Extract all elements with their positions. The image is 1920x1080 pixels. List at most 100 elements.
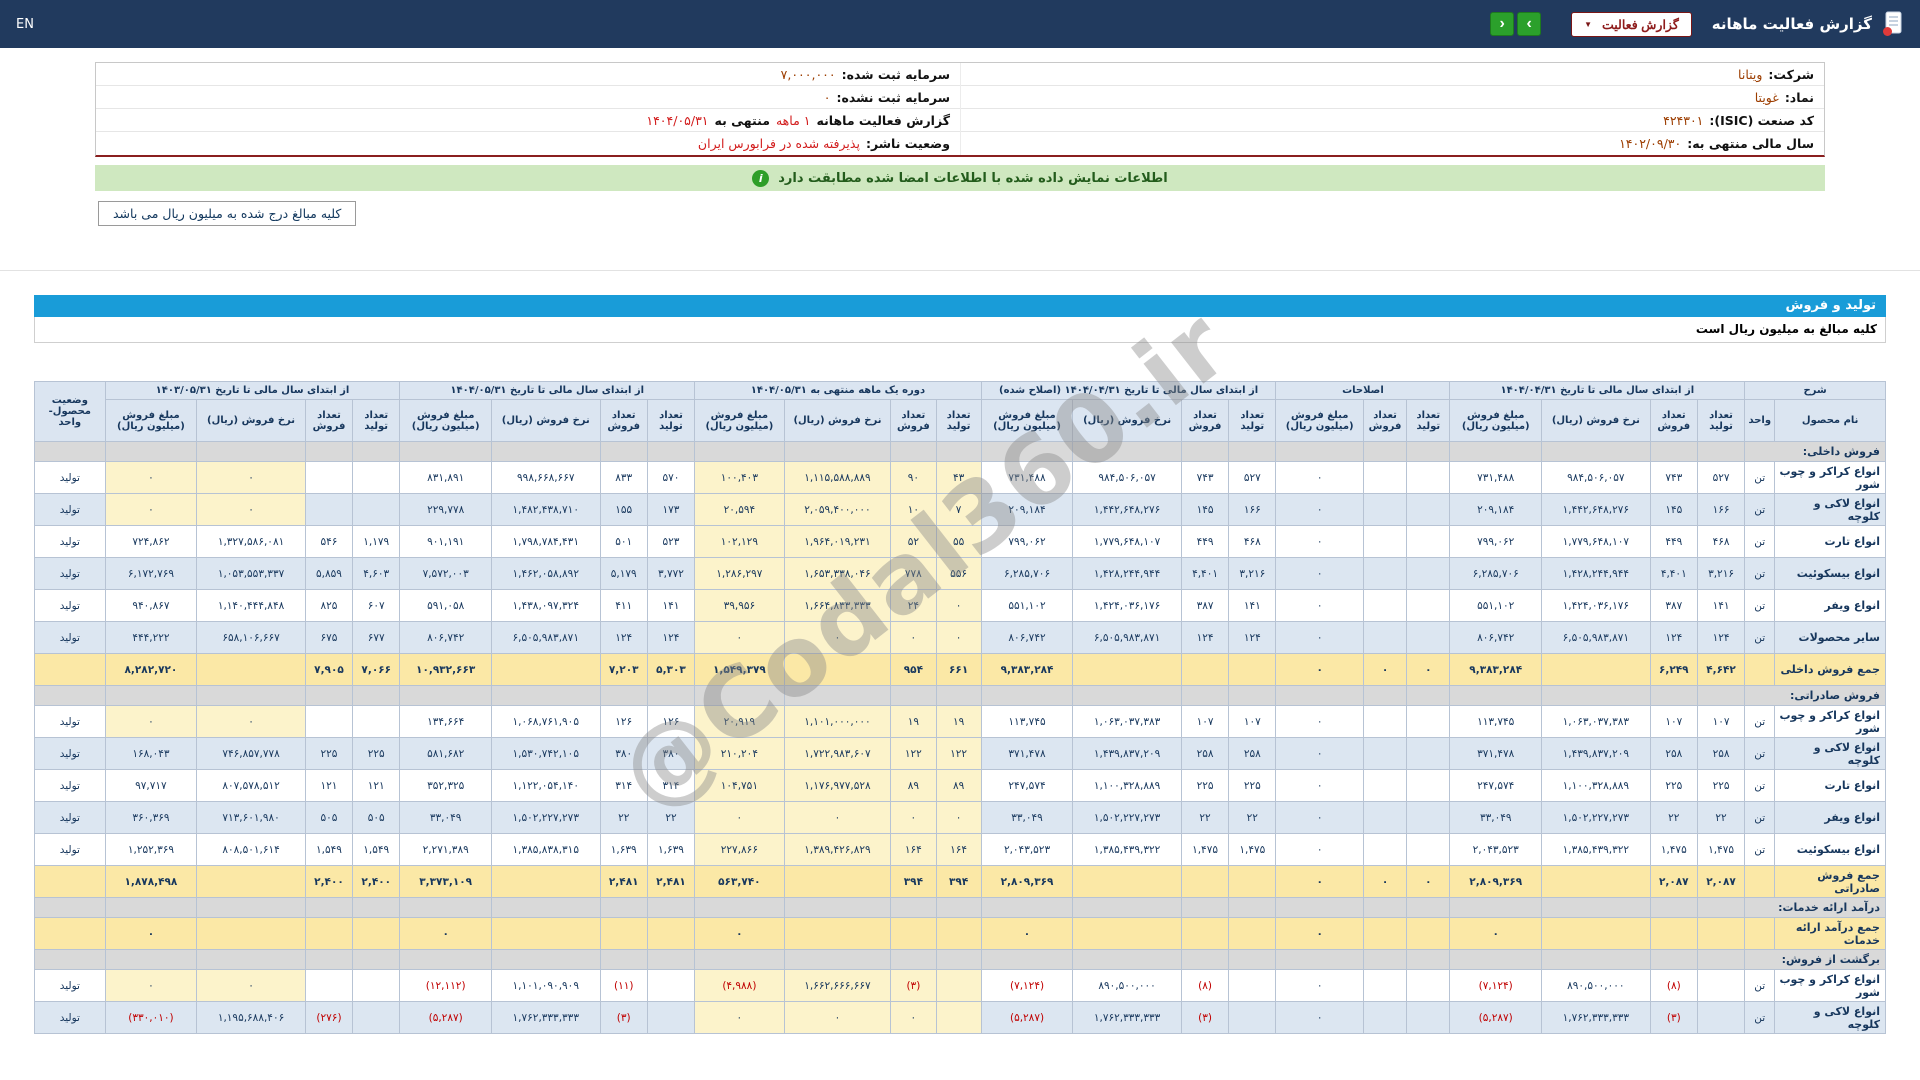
status-cell: تولید [34,833,106,866]
cell [599,685,648,706]
next-report-button[interactable]: › [1517,12,1542,36]
value-cell [1362,1001,1408,1034]
product-name: جمع فروش داخلی [1774,653,1886,686]
value-cell [1406,589,1451,622]
cell [1649,685,1698,706]
value-cell: (۴,۹۸۸) [694,969,785,1002]
report-document-icon [1882,11,1904,37]
value-cell: ۱,۷۲۲,۹۸۳,۶۰۷ [783,737,892,770]
cell [304,897,354,918]
info-value: ویتانا [1738,66,1763,82]
value-cell: ۲۲۵ [352,737,401,770]
value-cell: ۲,۰۵۹,۴۰۰,۰۰۰ [783,493,892,526]
value-cell: ۴۱۱ [599,589,648,622]
value-cell: ۱,۲۸۶,۲۹۷ [694,557,785,590]
language-toggle[interactable]: EN [16,17,34,32]
cell [694,897,785,918]
section-title: برگشت از فروش: [1744,949,1886,970]
value-cell: ۲۵۸ [1649,737,1698,770]
value-cell: ۹۰۱,۱۹۱ [399,525,492,558]
cell [399,685,492,706]
cell [646,685,696,706]
value-cell: ۱,۵۰۲,۲۲۷,۲۷۳ [1541,801,1651,834]
cell [1228,685,1277,706]
value-cell: (۲۷۶) [304,1001,354,1034]
value-cell: (۳) [599,1001,648,1034]
status-cell [34,865,106,898]
cell [935,949,982,970]
cell [196,441,306,462]
value-cell [1649,917,1698,950]
header-subcol: تعداد تولید [1696,399,1746,442]
cell [646,949,696,970]
cell [1072,897,1182,918]
value-cell [1072,917,1182,950]
value-cell: ۷,۵۷۲,۰۰۳ [399,557,492,590]
value-cell: ۲,۴۸۱ [599,865,648,898]
value-cell: ۱,۴۸۲,۴۳۸,۷۱۰ [490,493,601,526]
header-subcol: نرخ فروش (ریال) [783,399,892,442]
value-cell: ۱۲۲ [890,737,937,770]
status-cell: تولید [34,969,106,1002]
value-cell: ۰ [783,801,892,834]
product-row: سایر محصولات تن ۱۲۴ ۱۲۴ ۶,۵۰۵,۹۸۳,۸۷۱ ۸۰۶,۷۴۲… [34,621,1886,654]
value-cell: ۵۲ [890,525,937,558]
status-cell: تولید [34,493,106,526]
value-cell: ۰ [694,621,785,654]
value-cell: ۱,۱۷۶,۹۷۷,۵۲۸ [783,769,892,802]
value-cell: ۰ [1275,917,1364,950]
value-cell [1406,557,1451,590]
value-cell [1180,865,1230,898]
value-cell [935,969,982,1002]
value-cell: ۵۲۳ [646,525,696,558]
value-cell: ۱,۱۱۵,۵۸۸,۸۸۹ [783,461,892,494]
value-cell: ۰ [783,621,892,654]
value-cell: ۶,۲۸۵,۷۰۶ [1449,557,1543,590]
value-cell: ۷ [935,493,982,526]
value-cell: ۱۴۵ [1180,493,1230,526]
value-cell [1696,917,1746,950]
value-cell: ۱۶۴ [935,833,982,866]
value-cell: ۰ [1449,917,1543,950]
value-cell [890,917,937,950]
info-value: ۱ ماهه [775,112,811,128]
value-cell: ۷۴۳ [1180,461,1230,494]
value-cell: ۱۲۴ [1180,621,1230,654]
status-cell [34,653,106,686]
value-cell [1362,769,1408,802]
value-cell [352,461,401,494]
product-name: انواع ویفر [1774,589,1886,622]
value-cell [1362,589,1408,622]
report-type-dropdown[interactable]: گزارش فعالیت ▼ [1571,11,1692,37]
header-group: دوره یک ماهه منتهی به ۱۴۰۴/۰۵/۳۱ [694,381,982,400]
value-cell [1406,833,1451,866]
value-cell: ۰ [1275,525,1364,558]
value-cell: ۸,۲۸۲,۷۲۰ [104,653,198,686]
value-cell [490,653,601,686]
value-cell [1362,525,1408,558]
value-cell: ۵۲۷ [1228,461,1277,494]
value-cell: ۸۰۶,۷۴۲ [980,621,1074,654]
value-cell: ۶,۲۴۹ [1649,653,1698,686]
value-cell: ۳۳,۰۴۹ [1449,801,1543,834]
cell [490,897,601,918]
total-row: جمع درآمد ارائه خدمات ۰ ۰ ۰ ۰ ۰ ۰ [34,917,1886,950]
value-cell: ۲,۰۴۳,۵۲۳ [980,833,1074,866]
value-cell [1406,461,1451,494]
value-cell: ۱,۰۶۸,۷۶۱,۹۰۵ [490,705,601,738]
value-cell: ۱,۵۰۲,۲۲۷,۲۷۳ [1072,801,1182,834]
value-cell: ۹,۳۸۳,۲۸۴ [980,653,1074,686]
value-cell: ۹۹۸,۶۶۸,۶۶۷ [490,461,601,494]
value-cell [1228,1001,1277,1034]
info-label: سال مالی منتهی به: [1687,136,1814,151]
info-label: گزارش فعالیت ماهانه [816,112,950,128]
value-cell [304,493,354,526]
value-cell: ۱,۹۶۴,۰۱۹,۲۳۱ [783,525,892,558]
cell [1696,685,1746,706]
header-subcol: تعداد فروش [599,399,648,442]
cell [1696,949,1746,970]
prev-report-button[interactable]: ‹ [1490,12,1515,36]
value-cell: ۳۹۴ [935,865,982,898]
value-cell: ۱۹ [890,705,937,738]
value-cell: ۱۰۷ [1649,705,1698,738]
